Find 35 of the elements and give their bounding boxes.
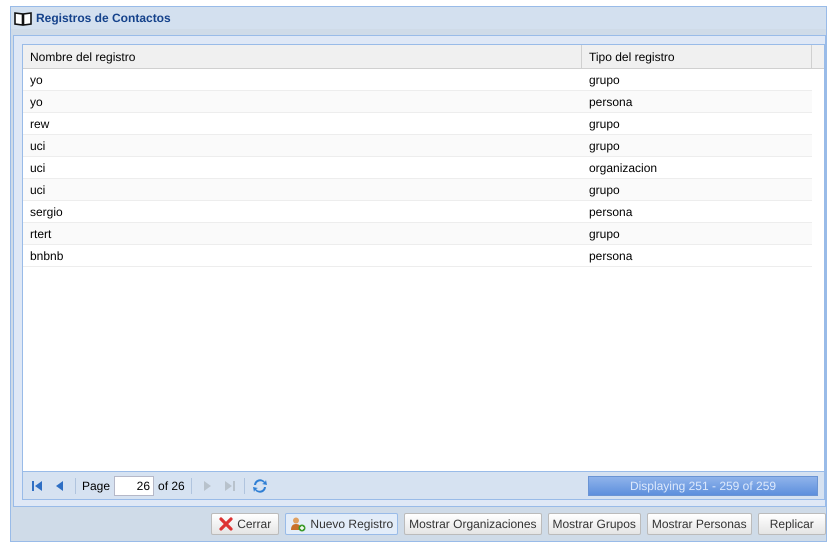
page-count: of 26 [158,478,185,494]
toolbar-button[interactable]: Mostrar Personas [646,513,752,535]
table-cell-text: grupo [588,226,621,242]
table-cell-text: persona [588,248,634,264]
table-cell-text: persona [588,204,634,220]
toolbar-button[interactable]: Mostrar Grupos [548,513,641,535]
table-cell-text: grupo [588,138,621,154]
table-cell-text: uci [29,138,46,154]
column-header[interactable]: Tipo del registro [582,45,812,68]
panel-title: Registros de Contactos [36,10,171,27]
table-cell-text: sergio [29,204,64,220]
toolbar-button[interactable]: Mostrar Organizaciones [404,513,542,535]
table-cell-text: uci [29,182,46,198]
table-cell-text: grupo [588,72,621,88]
person-add-icon [290,516,306,532]
toolbar-button[interactable]: Nuevo Registro [285,513,398,535]
refresh-icon[interactable] [250,476,269,494]
table-cell-text: rew [29,116,50,132]
close-icon [219,517,234,531]
book-icon [14,10,32,26]
table-cell-text: grupo [588,182,621,198]
table-cell-text: bnbnb [29,248,64,264]
column-header[interactable]: Nombre del registro [23,45,582,68]
table-cell-text: uci [29,160,46,176]
page-field[interactable]: 26 [114,476,154,496]
close-button[interactable]: Cerrar [211,513,280,535]
page-label: Page [82,478,110,494]
table-cell-text: yo [29,94,44,110]
toolbar-button[interactable]: Replicar [758,513,826,535]
table-cell-text: organizacion [588,160,658,176]
table-cell-text: persona [588,94,634,110]
table-cell-text: rtert [29,226,52,242]
table-cell-text: yo [29,72,44,88]
table-cell-text: grupo [588,116,621,132]
display-status: Displaying 251 - 259 of 259 [588,476,818,496]
